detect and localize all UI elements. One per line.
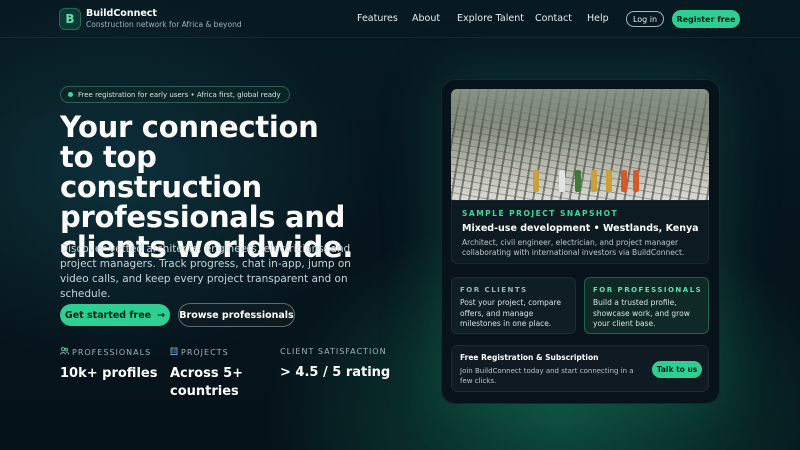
worker-figure (606, 170, 612, 192)
for-clients-card[interactable]: FOR CLIENTS Post your project, compare o… (451, 277, 576, 334)
nav-link-help[interactable]: Help (587, 13, 609, 24)
subscription-card: Free Registration & Subscription Join Bu… (451, 345, 709, 392)
project-snapshot-card: SAMPLE PROJECT SNAPSHOT Mixed-use develo… (451, 200, 709, 264)
get-started-button[interactable]: Get started free → (60, 304, 170, 326)
stat-value: 10k+ profiles (60, 366, 158, 381)
worker-figure (633, 170, 639, 192)
card-text: Post your project, compare offers, and m… (460, 298, 562, 328)
card-kicker: FOR CLIENTS (460, 286, 528, 294)
brand-tagline: Construction network for Africa & beyond (86, 20, 242, 29)
stat-projects: PROJECTS Across 5+ countries (170, 347, 260, 401)
building-icon (170, 347, 178, 357)
nav-link-about[interactable]: About (412, 13, 440, 24)
get-started-label: Get started free (64, 309, 152, 321)
nav-link-explore-talent[interactable]: Explore Talent (457, 13, 524, 24)
worker-figure (559, 170, 565, 192)
worker-figure (533, 170, 539, 192)
early-access-badge: Free registration for early users • Afri… (60, 86, 290, 103)
snapshot-title: Mixed-use development • Westlands, Kenya (462, 223, 699, 234)
worker-figure (575, 170, 581, 192)
stat-label: CLIENT SATISFACTION (280, 347, 387, 356)
browse-professionals-button[interactable]: Browse professionals (178, 303, 295, 327)
snapshot-kicker: SAMPLE PROJECT SNAPSHOT (462, 209, 619, 218)
stat-satisfaction: CLIENT SATISFACTION > 4.5 / 5 rating (280, 347, 400, 382)
stat-professionals: PROFESSIONALS 10k+ profiles (60, 347, 160, 383)
top-navbar: B BuildConnect Construction network for … (0, 0, 800, 38)
subscription-title: Free Registration & Subscription (460, 353, 599, 362)
construction-site-photo (451, 89, 709, 200)
arrow-right-icon: → (157, 309, 166, 321)
brand-name[interactable]: BuildConnect (86, 8, 157, 19)
status-dot-icon (68, 92, 73, 97)
for-professionals-card[interactable]: FOR PROFESSIONALS Build a trusted profil… (584, 277, 709, 334)
nav-link-contact[interactable]: Contact (535, 13, 572, 24)
login-button[interactable]: Log in (626, 11, 664, 27)
card-kicker: FOR PROFESSIONALS (593, 286, 703, 294)
hero-subtext: Discover vetted architects, engineers, e… (60, 243, 351, 300)
stat-label: PROFESSIONALS (72, 347, 152, 357)
badge-text: Free registration for early users • Afri… (78, 90, 281, 99)
talk-to-us-button[interactable]: Talk to us (652, 361, 702, 378)
stat-value: Across 5+ countries (170, 366, 244, 399)
register-button[interactable]: Register free (672, 10, 740, 28)
worker-figure (591, 170, 597, 192)
users-icon (60, 347, 69, 357)
nav-link-features[interactable]: Features (357, 13, 398, 24)
hero-headline: Your connection to top construction prof… (60, 110, 354, 264)
worker-figure (621, 170, 627, 192)
subscription-description: Join BuildConnect today and start connec… (460, 367, 634, 385)
card-text: Build a trusted profile, showcase work, … (593, 298, 690, 328)
stat-value: > 4.5 / 5 rating (280, 365, 391, 380)
snapshot-description: Architect, civil engineer, electrician, … (462, 238, 685, 257)
stat-label: PROJECTS (181, 347, 229, 357)
logo-icon[interactable]: B (59, 8, 81, 30)
